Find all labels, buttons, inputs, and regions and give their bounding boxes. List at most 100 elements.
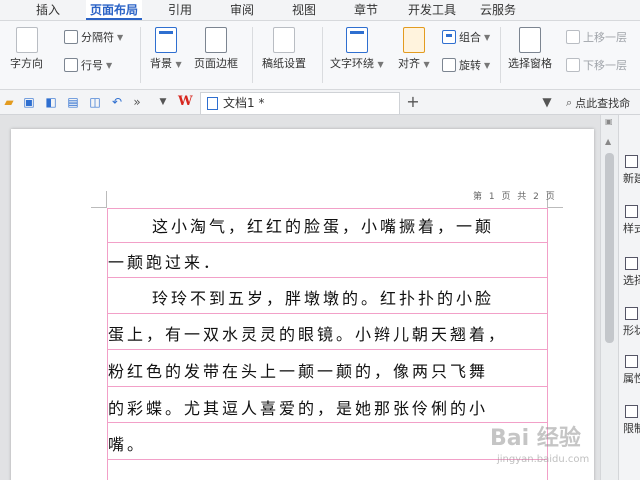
grid-line xyxy=(107,242,547,243)
selection-pane-button[interactable]: 选择窗格 xyxy=(508,27,552,71)
ribbon-divider xyxy=(252,27,253,83)
margin-marker xyxy=(91,207,107,208)
tab-chapter[interactable]: 章节 xyxy=(350,0,382,20)
command-search-label: 点此查找命 xyxy=(575,97,631,110)
text-wrap-label: 文字环绕 ▼ xyxy=(330,57,384,70)
send-backward-button[interactable]: 下移一层 xyxy=(566,57,627,73)
side-properties-button[interactable]: 属性 xyxy=(623,355,640,386)
tab-view[interactable]: 视图 xyxy=(288,0,320,20)
chevron-down-icon: ▼ xyxy=(484,32,491,42)
side-style-label: 样式 xyxy=(623,222,640,235)
right-side-panel: 新建 样式 选择 形状 属性 限制 xyxy=(618,115,640,480)
chevron-down-icon[interactable]: ▼ xyxy=(156,95,170,109)
ribbon-divider xyxy=(500,27,501,83)
line-number-label: 行号 xyxy=(81,59,103,72)
separator-button[interactable]: 分隔符 ▼ xyxy=(64,29,123,45)
align-button[interactable]: 对齐 ▼ xyxy=(398,27,430,71)
print-icon[interactable]: ▤ xyxy=(66,95,80,109)
select-icon xyxy=(625,257,638,270)
grid-line xyxy=(107,349,547,350)
chevron-down-icon: ▼ xyxy=(106,60,113,70)
document-text-line[interactable]: 粉红色的发带在头上一颠一颠的，像两只飞舞 xyxy=(108,358,488,382)
baidu-watermark-url: jingyan.baidu.com xyxy=(497,454,590,465)
draft-settings-button[interactable]: 稿纸设置 xyxy=(262,27,306,71)
grid-line xyxy=(107,386,547,387)
pane-toggle-icon[interactable]: ▣ xyxy=(605,117,613,126)
document-text-line[interactable]: 这小淘气，红红的脸蛋，小嘴撅着，一颠 xyxy=(108,213,494,237)
document-tab-title: 文档1 * xyxy=(223,96,265,110)
tab-page-layout[interactable]: 页面布局 xyxy=(86,0,143,20)
new-icon xyxy=(625,155,638,168)
side-restrict-button[interactable]: 限制 xyxy=(623,405,640,436)
print-preview-icon[interactable]: ◫ xyxy=(88,95,102,109)
document-text-line[interactable]: 嘴。 xyxy=(108,431,146,455)
grid-line xyxy=(107,313,547,314)
search-icon: ⌕ xyxy=(566,96,573,109)
margin-marker xyxy=(547,207,563,208)
document-text-line[interactable]: 玲玲不到五岁，胖墩墩的。红扑扑的小脸 xyxy=(108,285,494,309)
side-shape-button[interactable]: 形状 xyxy=(623,307,640,338)
text-wrap-button[interactable]: 文字环绕 ▼ xyxy=(330,27,384,71)
line-number-icon xyxy=(64,58,78,72)
baidu-watermark: Bai 经验 xyxy=(490,426,581,451)
bring-forward-button[interactable]: 上移一层 xyxy=(566,29,627,45)
more-icon[interactable]: » xyxy=(130,95,144,109)
document-icon xyxy=(207,97,218,110)
side-style-button[interactable]: 样式 xyxy=(623,205,640,236)
group-button[interactable]: 组合 ▼ xyxy=(442,29,490,45)
send-backward-icon xyxy=(566,58,580,72)
side-new-label: 新建 xyxy=(623,172,640,185)
text-direction-button[interactable]: 字方向 xyxy=(10,27,43,71)
page-background-icon xyxy=(154,27,177,53)
side-properties-label: 属性 xyxy=(623,372,640,385)
tab-cloud-service[interactable]: 云服务 xyxy=(476,0,520,20)
side-restrict-label: 限制 xyxy=(623,422,640,435)
document-text-line[interactable]: 的彩蝶。尤其逗人喜爱的，是她那张伶俐的小 xyxy=(108,395,488,419)
group-icon xyxy=(442,30,456,44)
margin-marker xyxy=(106,191,107,207)
line-number-button[interactable]: 行号 ▼ xyxy=(64,57,112,73)
tab-review[interactable]: 审阅 xyxy=(226,0,258,20)
document-text-line[interactable]: 蛋上，有一双水灵灵的眼镜。小辫儿朝天翘着， xyxy=(108,321,507,345)
export-pdf-icon[interactable]: ◧ xyxy=(44,95,58,109)
style-icon xyxy=(625,205,638,218)
separator-icon xyxy=(64,30,78,44)
quick-access-toolbar: ▰ ▣ ◧ ▤ ◫ ↶ » ▼ W 文档1 * + ▼ ⌕ 点此查找命 xyxy=(0,90,640,115)
layout-toggle-icon[interactable]: ▼ xyxy=(540,95,554,109)
scrollbar-thumb[interactable] xyxy=(605,153,614,343)
send-backward-label: 下移一层 xyxy=(583,59,627,72)
selection-pane-icon xyxy=(519,27,541,53)
align-icon xyxy=(402,27,425,53)
side-select-button[interactable]: 选择 xyxy=(623,257,640,288)
new-tab-button[interactable]: + xyxy=(406,94,420,110)
background-button[interactable]: 背景 ▼ xyxy=(150,27,182,71)
text-direction-label: 字方向 xyxy=(10,57,43,70)
bring-forward-label: 上移一层 xyxy=(583,31,627,44)
ribbon-divider xyxy=(140,27,141,83)
side-new-button[interactable]: 新建 xyxy=(623,155,640,186)
chevron-down-icon: ▼ xyxy=(117,32,124,42)
rotate-button[interactable]: 旋转 ▼ xyxy=(442,57,490,73)
chevron-down-icon: ▼ xyxy=(484,60,491,70)
command-search[interactable]: ⌕ 点此查找命 xyxy=(566,95,630,111)
page-number-header: 第 1 页 共 2 页 xyxy=(473,192,557,202)
ribbon-divider xyxy=(322,27,323,83)
draft-paper-icon xyxy=(273,27,295,53)
tab-developer[interactable]: 开发工具 xyxy=(404,0,460,20)
tab-insert[interactable]: 插入 xyxy=(32,0,64,20)
wps-logo-icon[interactable]: W xyxy=(178,95,194,109)
tab-references[interactable]: 引用 xyxy=(164,0,196,20)
grid-line xyxy=(107,277,547,278)
ribbon-tab-bar: 插入 页面布局 引用 审阅 视图 章节 开发工具 云服务 xyxy=(0,0,640,21)
document-tab[interactable]: 文档1 * xyxy=(200,92,400,114)
open-folder-icon[interactable]: ▰ xyxy=(2,95,16,109)
grid-line xyxy=(107,208,547,209)
save-icon[interactable]: ▣ xyxy=(22,95,36,109)
grid-line xyxy=(107,422,547,423)
document-text-line[interactable]: 一颠跑过来． xyxy=(108,249,222,273)
undo-icon[interactable]: ↶ xyxy=(110,95,124,109)
scroll-up-icon[interactable]: ▲ xyxy=(605,137,611,146)
text-direction-icon xyxy=(15,27,38,53)
vertical-scrollbar[interactable]: ▣ ▲ xyxy=(600,115,618,480)
page-border-button[interactable]: 页面边框 xyxy=(194,27,238,71)
